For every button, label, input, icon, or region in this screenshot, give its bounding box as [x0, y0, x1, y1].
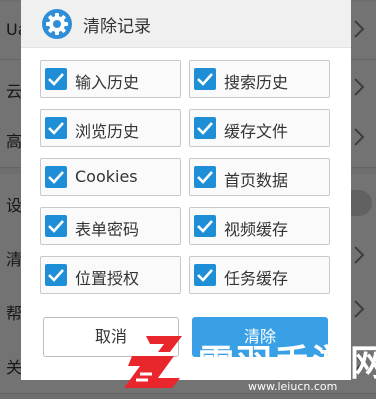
- screen: Ua 云 高 设 清 帮 关: [0, 0, 376, 399]
- watermark: 雷羽手游网 www.leiucn.com: [118, 322, 376, 399]
- checkmark-icon: [48, 269, 64, 282]
- checkbox-checked[interactable]: [45, 166, 67, 188]
- checkbox-checked[interactable]: [194, 117, 216, 139]
- checkbox-checked[interactable]: [194, 264, 216, 286]
- site-logo-icon: [124, 336, 182, 388]
- checkbox-checked[interactable]: [45, 264, 67, 286]
- checkmark-icon: [197, 220, 213, 233]
- checkmark-icon: [48, 220, 64, 233]
- option-location-permissions[interactable]: 位置授权: [40, 256, 181, 294]
- option-label: 位置授权: [75, 269, 140, 288]
- option-label: 任务缓存: [224, 269, 289, 288]
- option-label: 首页数据: [224, 171, 289, 190]
- option-cache-files[interactable]: 缓存文件: [189, 109, 330, 147]
- option-label: Cookies: [75, 167, 138, 186]
- checkbox-checked[interactable]: [45, 117, 67, 139]
- checkbox-checked[interactable]: [194, 215, 216, 237]
- option-label: 视频缓存: [224, 220, 289, 239]
- option-form-passwords[interactable]: 表单密码: [40, 207, 181, 245]
- option-task-cache[interactable]: 任务缓存: [189, 256, 330, 294]
- gear-icon: [42, 9, 72, 39]
- option-search-history[interactable]: 搜索历史: [189, 60, 330, 98]
- option-input-history[interactable]: 输入历史: [40, 60, 181, 98]
- checkbox-checked[interactable]: [45, 68, 67, 90]
- option-label: 浏览历史: [75, 122, 140, 141]
- checkmark-icon: [197, 73, 213, 86]
- watermark-url: www.leiucn.com: [248, 380, 338, 393]
- checkbox-checked[interactable]: [194, 166, 216, 188]
- checkmark-icon: [197, 269, 213, 282]
- option-label: 表单密码: [75, 220, 140, 239]
- dialog-header: 清除记录: [21, 0, 351, 48]
- checkmark-icon: [197, 171, 213, 184]
- option-label: 输入历史: [75, 73, 140, 92]
- checkmark-icon: [48, 73, 64, 86]
- checkbox-checked[interactable]: [45, 215, 67, 237]
- option-video-cache[interactable]: 视频缓存: [189, 207, 330, 245]
- checkmark-icon: [197, 122, 213, 135]
- option-label: 缓存文件: [224, 122, 289, 141]
- option-browse-history[interactable]: 浏览历史: [40, 109, 181, 147]
- option-label: 搜索历史: [224, 73, 289, 92]
- watermark-name: 雷羽手游网: [198, 343, 376, 384]
- checkmark-icon: [48, 171, 64, 184]
- option-cookies[interactable]: Cookies: [40, 158, 181, 196]
- checkmark-icon: [48, 122, 64, 135]
- option-homepage-data[interactable]: 首页数据: [189, 158, 330, 196]
- dialog-title: 清除记录: [83, 17, 151, 37]
- checkbox-checked[interactable]: [194, 68, 216, 90]
